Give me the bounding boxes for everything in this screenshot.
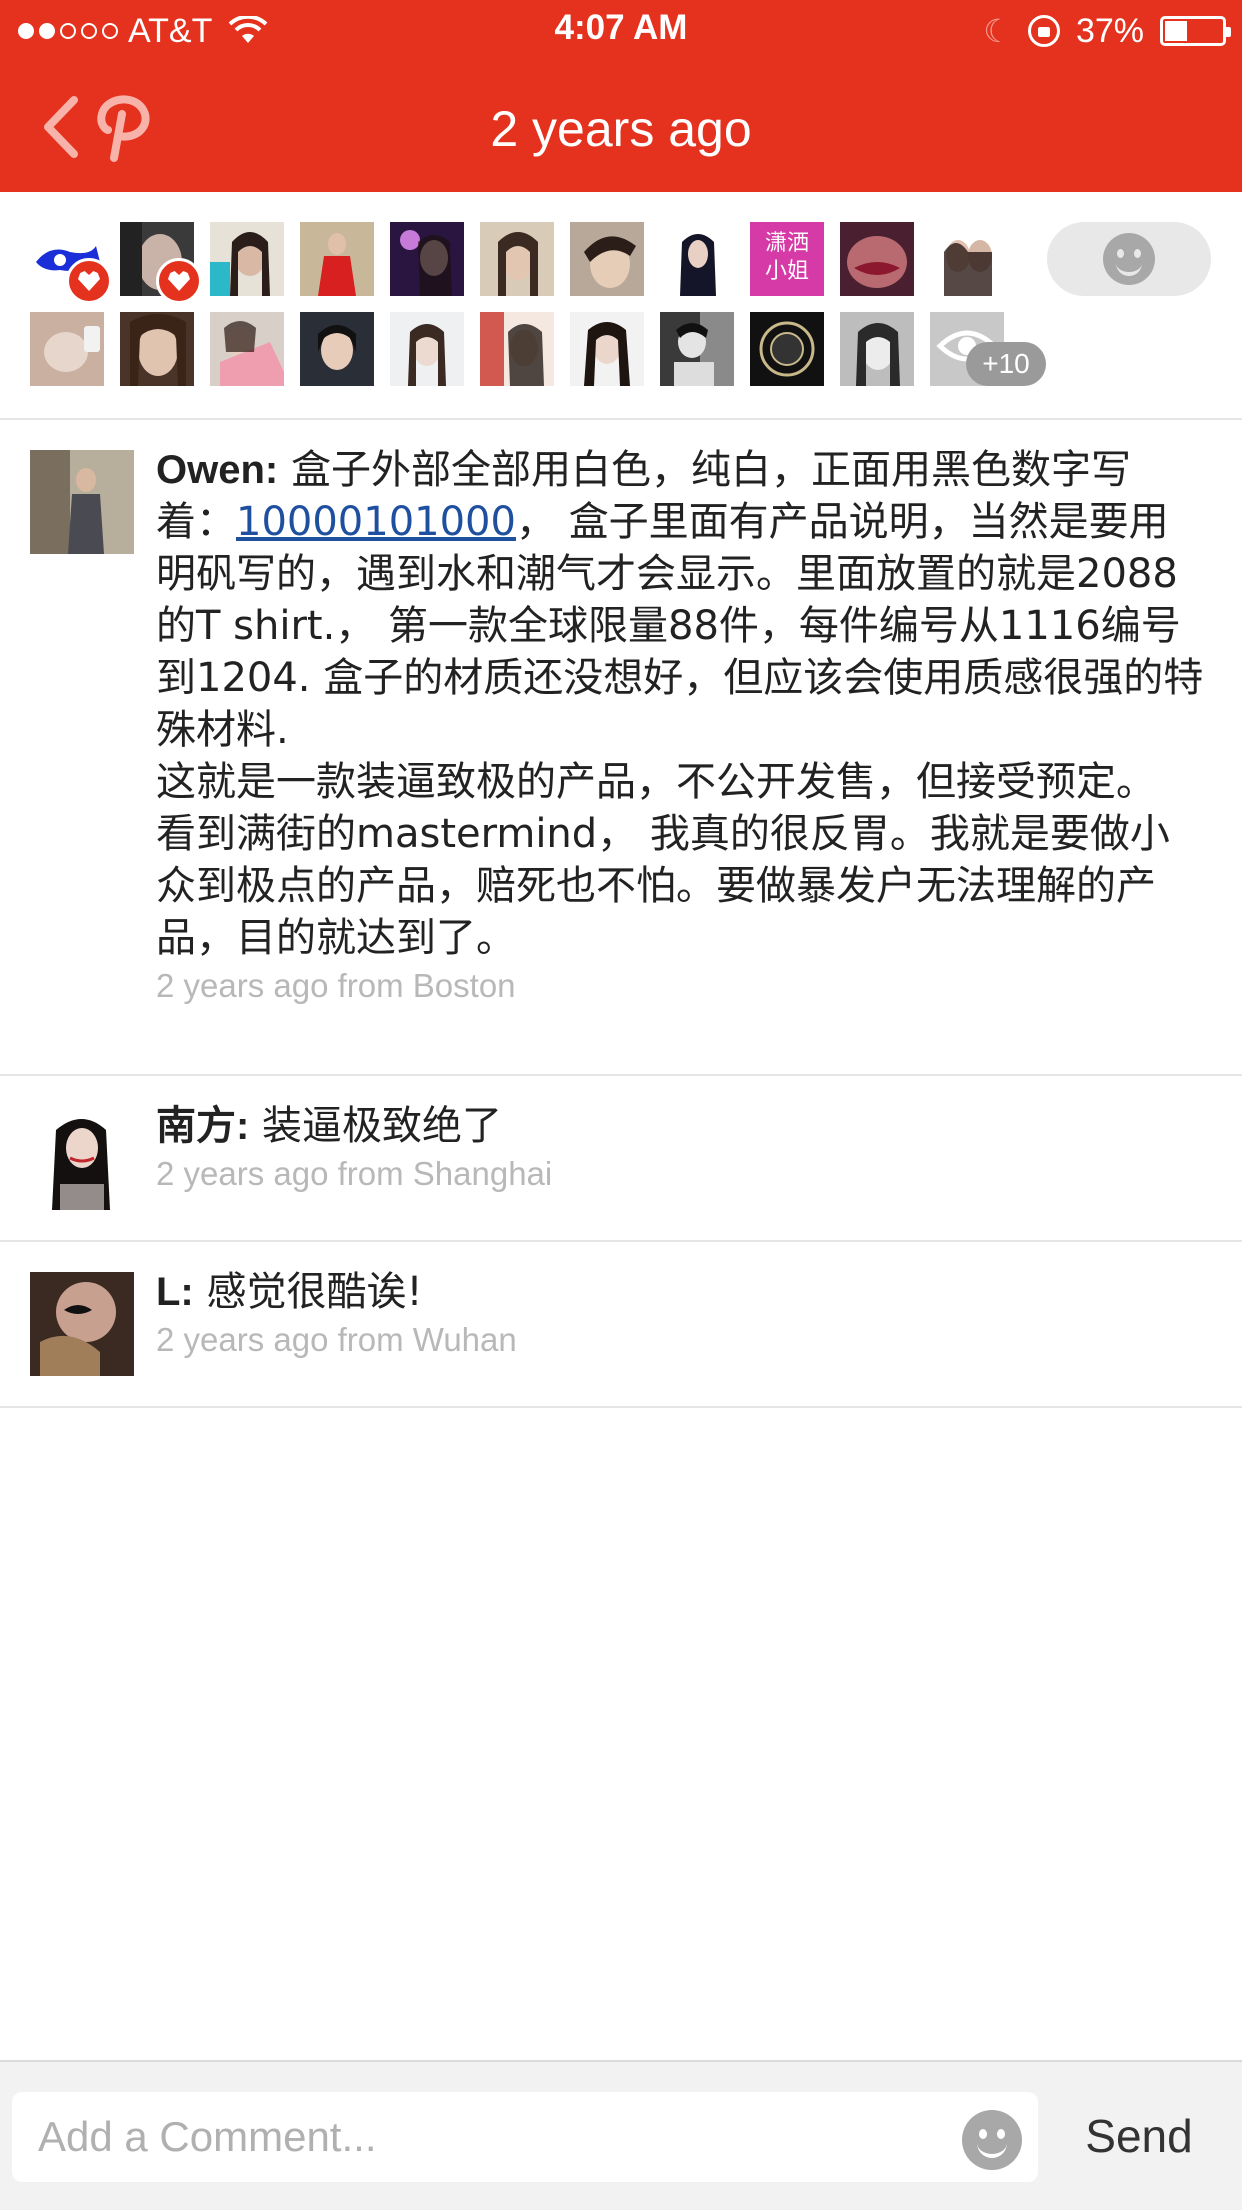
comment-meta: 2 years ago from Shanghai bbox=[156, 1155, 553, 1192]
liker-avatar[interactable] bbox=[930, 222, 1004, 296]
liker-avatar[interactable] bbox=[480, 312, 554, 386]
comment-paragraph: 看到满街的mastermind， 我真的很反胃。我就是要做小众到极点的产品，赔死… bbox=[156, 811, 1170, 961]
commenter-avatar[interactable] bbox=[30, 450, 134, 554]
send-button[interactable]: Send bbox=[1064, 2106, 1214, 2166]
liker-avatar[interactable] bbox=[210, 222, 284, 296]
like-emoji-button[interactable] bbox=[1047, 222, 1211, 296]
comment-text: 装逼极致绝了 bbox=[262, 1103, 503, 1149]
comment-paragraph: 这就是一款装逼致极的产品，不公开发售，但接受预定。 bbox=[156, 759, 1156, 805]
more-likers-count[interactable]: +10 bbox=[966, 342, 1046, 386]
liker-avatar[interactable] bbox=[30, 312, 104, 386]
comment-item: Owen: 盒子外部全部用白色，纯白，正面用黑色数字写着：10000101000… bbox=[0, 418, 1242, 1076]
liker-avatar[interactable] bbox=[390, 312, 464, 386]
battery-percent: 37% bbox=[1075, 11, 1144, 50]
comment-author[interactable]: 南方: bbox=[156, 1104, 249, 1148]
smiley-icon bbox=[1103, 233, 1155, 285]
status-bar: AT&T 4:07 AM ☾ 37% bbox=[0, 0, 1242, 62]
likers-section: 潇洒 小姐 +10 bbox=[0, 192, 1242, 420]
rotation-lock-icon bbox=[1027, 15, 1060, 47]
comment-text: Owen: 盒子外部全部用白色，纯白，正面用黑色数字写着：10000101000… bbox=[156, 444, 1206, 964]
battery-icon bbox=[1160, 16, 1231, 46]
comment-item: L: 感觉很酷诶! 2 years ago from Wuhan bbox=[0, 1240, 1242, 1408]
comment-author[interactable]: Owen: bbox=[156, 448, 278, 492]
heart-icon bbox=[156, 258, 202, 304]
comment-body: Owen: 盒子外部全部用白色，纯白，正面用黑色数字写着：10000101000… bbox=[156, 444, 1206, 1008]
liker-avatar[interactable] bbox=[660, 312, 734, 386]
comment-input-bar: Send bbox=[0, 2060, 1242, 2210]
liker-avatar[interactable] bbox=[390, 222, 464, 296]
status-right: ☾ 37% bbox=[983, 8, 1231, 54]
liker-avatar[interactable] bbox=[660, 222, 734, 296]
commenter-avatar[interactable] bbox=[30, 1272, 134, 1376]
comment-body: 南方: 装逼极致绝了 2 years ago from Shanghai bbox=[156, 1100, 1206, 1196]
comment-text: 感觉很酷诶! bbox=[206, 1269, 423, 1315]
comment-author[interactable]: L: bbox=[156, 1270, 194, 1314]
liker-avatar[interactable] bbox=[840, 312, 914, 386]
commenter-avatar[interactable] bbox=[30, 1106, 134, 1210]
liker-avatar-text[interactable]: 潇洒 小姐 bbox=[750, 222, 824, 296]
page-title: 2 years ago bbox=[490, 101, 752, 157]
liker-avatar[interactable] bbox=[300, 312, 374, 386]
liker-avatar[interactable] bbox=[840, 222, 914, 296]
emoji-icon[interactable] bbox=[962, 2110, 1022, 2170]
liker-avatar[interactable] bbox=[300, 222, 374, 296]
heart-icon bbox=[66, 258, 112, 304]
comment-meta: 2 years ago from Wuhan bbox=[156, 1321, 517, 1358]
comment-body: L: 感觉很酷诶! 2 years ago from Wuhan bbox=[156, 1266, 1206, 1362]
liker-avatar[interactable] bbox=[570, 222, 644, 296]
avatar-badge-text: 潇洒 小姐 bbox=[764, 231, 809, 284]
comment-link[interactable]: 10000101000 bbox=[236, 499, 516, 545]
liker-avatar[interactable] bbox=[750, 312, 824, 386]
liker-avatar[interactable] bbox=[570, 312, 644, 386]
comment-item: 南方: 装逼极致绝了 2 years ago from Shanghai bbox=[0, 1074, 1242, 1242]
liker-avatar[interactable] bbox=[480, 222, 554, 296]
liker-avatar[interactable] bbox=[120, 312, 194, 386]
comment-meta: 2 years ago from Boston bbox=[156, 967, 516, 1004]
moon-icon: ☾ bbox=[983, 13, 1012, 49]
liker-avatar[interactable] bbox=[210, 312, 284, 386]
comment-input[interactable] bbox=[12, 2092, 1038, 2182]
nav-bar: 2 years ago bbox=[0, 62, 1242, 192]
